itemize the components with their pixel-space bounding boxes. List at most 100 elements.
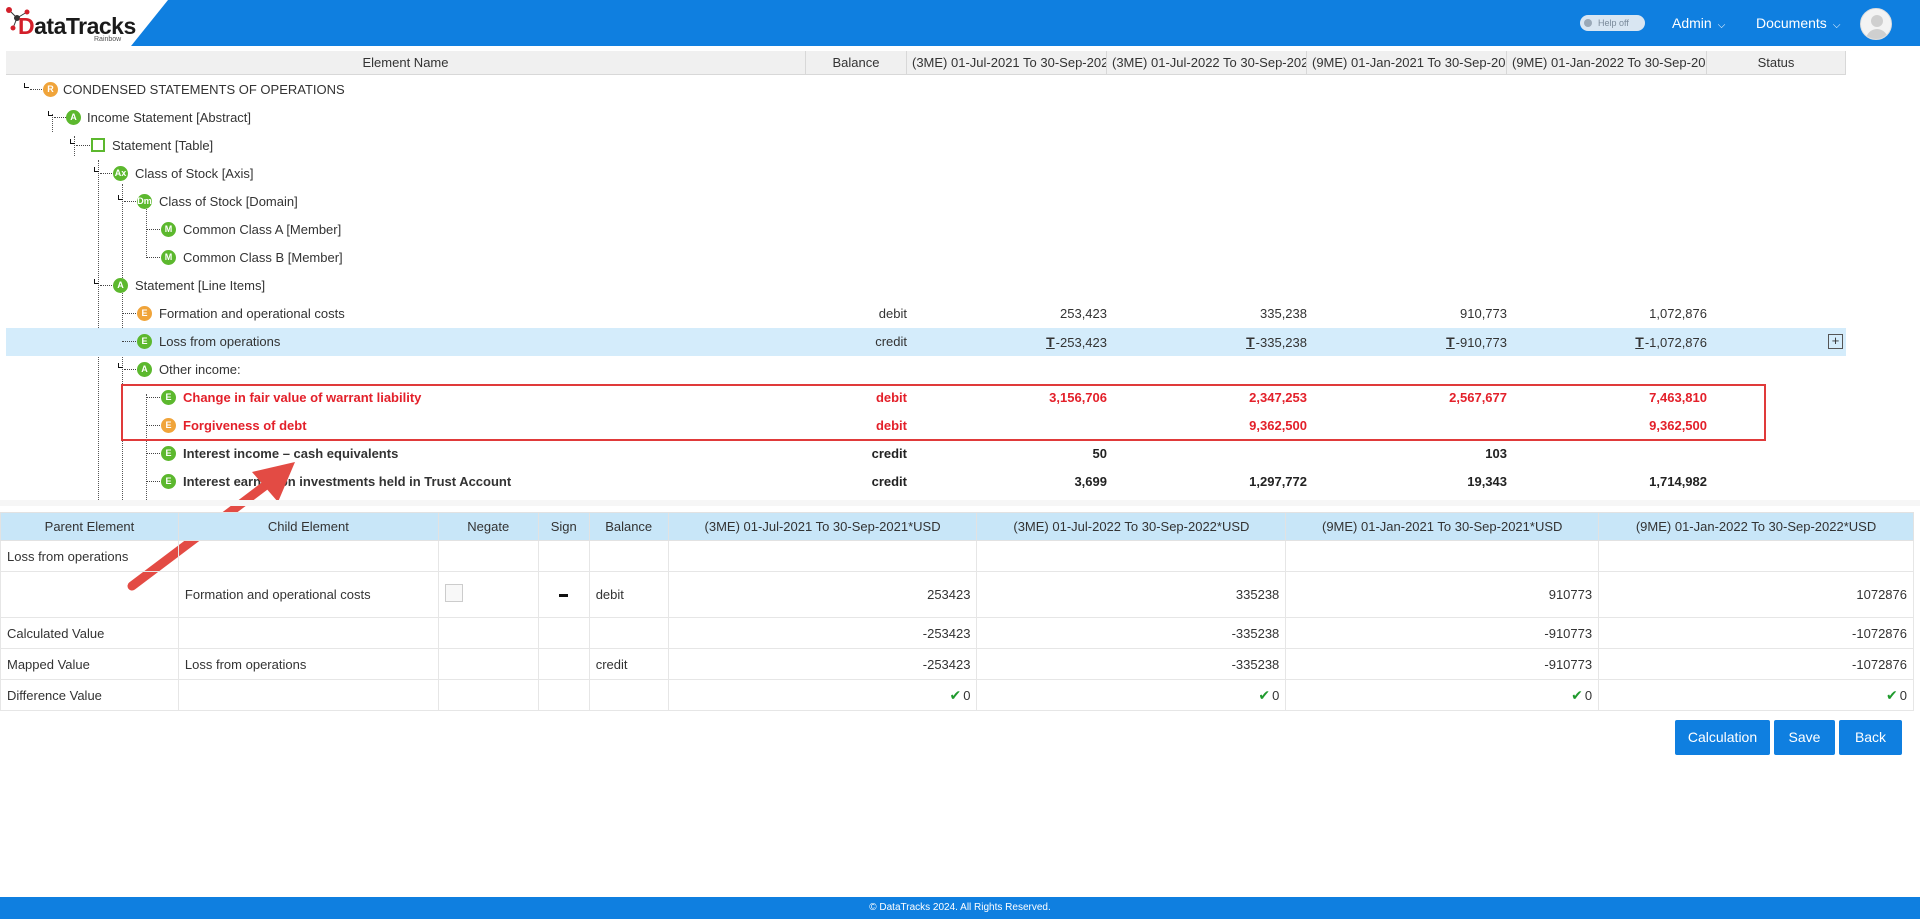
col-period-3[interactable]: (9ME) 01-Jan-2021 To 30-Sep-2021 [1307, 51, 1507, 75]
value-cell: 19,343 [1467, 474, 1507, 489]
chevron-down-icon: ⌵ [1717, 20, 1726, 31]
save-button[interactable]: Save [1774, 720, 1835, 755]
roletype-badge-icon: R [43, 82, 58, 97]
value-cell: 1,072,876 [1649, 306, 1707, 321]
col-element-name[interactable]: Element Name [6, 51, 806, 75]
element-label: Income Statement [Abstract] [87, 110, 252, 125]
tree-row[interactable]: A Other income: [6, 356, 1846, 384]
value-cell[interactable]: T-1,072,876 [1507, 334, 1707, 350]
highlight-box [121, 384, 1766, 441]
tree-row[interactable]: R CONDENSED STATEMENTS OF OPERATIONS [6, 76, 1846, 104]
back-button[interactable]: Back [1839, 720, 1902, 755]
tree-row-selected[interactable]: E Loss from operations credit T-253,423 … [6, 328, 1846, 356]
collapse-icon[interactable] [48, 111, 53, 116]
row-label: Mapped Value [0, 648, 179, 680]
tree-row[interactable]: E Formation and operational costs debit … [6, 300, 1846, 328]
tree-row[interactable]: Dm Class of Stock [Domain] [6, 188, 1846, 216]
expand-plus-icon[interactable]: + [1828, 334, 1843, 349]
child-element-cell: Formation and operational costs [177, 571, 439, 618]
collapse-icon[interactable] [70, 139, 75, 144]
help-toggle[interactable]: Help off [1580, 15, 1645, 31]
child-element-cell: Loss from operations [177, 648, 439, 680]
checkmark-icon: ✔ [1258, 686, 1271, 703]
member-badge-icon: M [161, 250, 176, 265]
col-child-element[interactable]: Child Element [177, 512, 439, 541]
tree-row[interactable]: M Common Class A [Member] [6, 216, 1846, 244]
collapse-icon[interactable] [118, 363, 123, 368]
grid-header-row: Parent Element Child Element Negate Sign… [0, 512, 1914, 541]
element-label: Class of Stock [Domain] [159, 194, 298, 209]
tree-row[interactable]: M Common Class B [Member] [6, 244, 1846, 272]
calculation-icon[interactable]: T [1446, 334, 1455, 350]
tree-row[interactable]: A Statement [Line Items] [6, 272, 1846, 300]
parent-element-cell: Loss from operations [0, 540, 179, 572]
value-cell: ✔ 0 [1285, 679, 1600, 711]
admin-menu[interactable]: Admin ⌵ [1672, 15, 1725, 31]
tree-grid-header: Element Name Balance (3ME) 01-Jul-2021 T… [6, 51, 1846, 75]
value-cell: 1072876 [1598, 571, 1914, 618]
value-cell[interactable]: T-253,423 [907, 334, 1107, 350]
user-avatar[interactable] [1860, 8, 1892, 40]
value-cell[interactable]: T-910,773 [1307, 334, 1507, 350]
col-period-3[interactable]: (9ME) 01-Jan-2021 To 30-Sep-2021*USD [1285, 512, 1600, 541]
balance-cell: credit [871, 446, 907, 461]
value-cell: 335,238 [1260, 306, 1307, 321]
element-label: Formation and operational costs [159, 306, 345, 321]
col-period-1[interactable]: (3ME) 01-Jul-2021 To 30-Sep-2021*USD [667, 512, 978, 541]
col-period-4[interactable]: (9ME) 01-Jan-2022 To 30-Sep-2022 [1507, 51, 1707, 75]
footer: © DataTracks 2024. All Rights Reserved. [0, 897, 1920, 919]
value-cell: -1072876 [1598, 648, 1914, 680]
collapse-icon[interactable] [94, 279, 99, 284]
col-period-1[interactable]: (3ME) 01-Jul-2021 To 30-Sep-2021 [907, 51, 1107, 75]
col-sign[interactable]: Sign [537, 512, 590, 541]
value-cell: 910773 [1285, 571, 1600, 618]
col-parent-element[interactable]: Parent Element [0, 512, 179, 541]
panel-divider[interactable] [0, 500, 1920, 506]
tree-row[interactable]: Statement [Table] [6, 132, 1846, 160]
documents-menu[interactable]: Documents ⌵ [1756, 15, 1840, 31]
grid-child-row: Formation and operational costs debit 25… [0, 571, 1914, 618]
calculation-button[interactable]: Calculation [1675, 720, 1770, 755]
value-cell: 253423 [667, 571, 978, 618]
element-label: Other income: [159, 362, 241, 377]
value-cell: ✔ 0 [1598, 679, 1914, 711]
collapse-icon[interactable] [94, 167, 99, 172]
grid-calculated-row: Calculated Value -253423 -335238 -910773… [0, 617, 1914, 649]
calculation-icon[interactable]: T [1046, 334, 1055, 350]
domain-badge-icon: Dm [137, 194, 152, 209]
col-balance[interactable]: Balance [588, 512, 669, 541]
col-negate[interactable]: Negate [437, 512, 539, 541]
calculation-icon[interactable]: T [1635, 334, 1644, 350]
col-period-2[interactable]: (3ME) 01-Jul-2022 To 30-Sep-2022*USD [976, 512, 1287, 541]
col-status[interactable]: Status [1707, 51, 1846, 75]
element-label: Statement [Line Items] [135, 278, 266, 293]
value-cell: 910,773 [1460, 306, 1507, 321]
value-cell: ✔ 0 [976, 679, 1287, 711]
col-balance[interactable]: Balance [806, 51, 907, 75]
negate-checkbox[interactable] [444, 584, 463, 602]
minus-sign-icon[interactable] [559, 594, 569, 598]
element-label: Statement [Table] [112, 138, 214, 153]
abstract-badge-icon: A [113, 278, 128, 293]
table-grid-icon [91, 138, 105, 152]
row-label: Difference Value [0, 679, 179, 711]
col-period-4[interactable]: (9ME) 01-Jan-2022 To 30-Sep-2022*USD [1598, 512, 1914, 541]
balance-cell: credit [875, 334, 907, 349]
chevron-down-icon: ⌵ [1832, 20, 1841, 31]
value-cell: -253423 [667, 617, 978, 649]
col-period-2[interactable]: (3ME) 01-Jul-2022 To 30-Sep-2022 [1107, 51, 1307, 75]
tree-row[interactable]: Ax Class of Stock [Axis] [6, 160, 1846, 188]
logo[interactable]: DataTracks Rainbow [0, 0, 168, 46]
value-cell: 103 [1485, 446, 1507, 461]
value-cell[interactable]: T-335,238 [1107, 334, 1307, 350]
value-cell: 1,297,772 [1249, 474, 1307, 489]
collapse-icon[interactable] [24, 83, 29, 88]
calculation-icon[interactable]: T [1246, 334, 1255, 350]
value-cell: 50 [1092, 446, 1107, 461]
value-cell: -910773 [1285, 617, 1600, 649]
member-badge-icon: M [161, 222, 176, 237]
top-header: DataTracks Rainbow Help off Admin ⌵ Docum… [0, 0, 1920, 46]
collapse-icon[interactable] [118, 195, 123, 200]
value-cell: 335238 [976, 571, 1287, 618]
tree-row[interactable]: A Income Statement [Abstract] [6, 104, 1846, 132]
